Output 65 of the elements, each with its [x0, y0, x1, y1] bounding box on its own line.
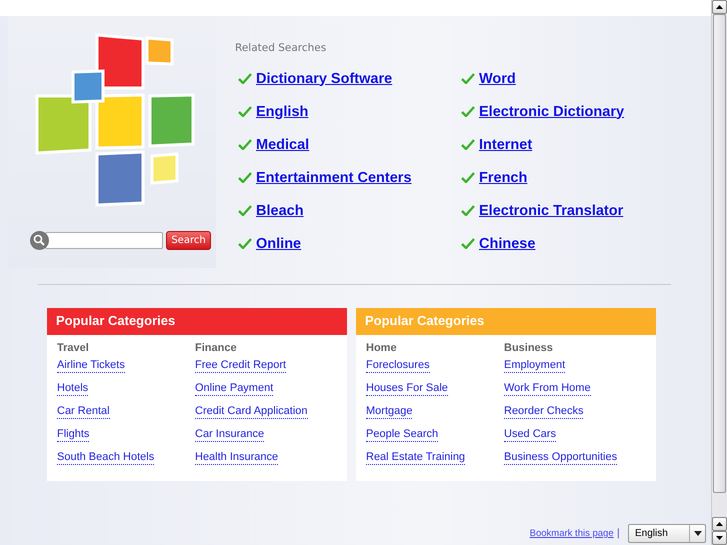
related-search-link[interactable]: Medical [256, 136, 310, 152]
bookmark-link[interactable]: Bookmark this page [530, 528, 614, 539]
category-link[interactable]: Reorder Checks [504, 404, 584, 419]
category-link[interactable]: Real Estate Training [366, 450, 466, 465]
checkmark-icon [238, 139, 252, 150]
checkmark-icon [238, 106, 252, 117]
category-heading: Finance [195, 342, 237, 356]
down-arrow-icon [716, 536, 723, 540]
checkmark-icon [238, 205, 252, 216]
checkmark-icon [461, 238, 475, 249]
related-search-link[interactable]: Online [256, 236, 302, 252]
checkmark-icon [238, 73, 252, 84]
section-heading: Related Searches [235, 42, 326, 54]
related-search-link[interactable]: English [256, 104, 308, 120]
category-link[interactable]: Car Insurance [195, 427, 264, 442]
related-search-link[interactable]: Entertainment Centers [256, 170, 412, 186]
related-search-link[interactable]: Word [479, 70, 516, 86]
related-search-link[interactable]: Internet [479, 136, 532, 152]
category-link[interactable]: Flights [57, 427, 90, 442]
related-search-link[interactable]: Dictionary Software [256, 70, 392, 86]
up-arrow-icon [716, 522, 723, 526]
category-link[interactable]: Business Opportunities [504, 450, 618, 465]
related-search-link[interactable]: Electronic Dictionary [479, 104, 624, 120]
category-link[interactable]: Airline Tickets [57, 358, 125, 373]
category-link[interactable]: Used Cars [504, 427, 556, 442]
checkmark-icon [461, 73, 475, 84]
category-link[interactable]: Hotels [57, 381, 88, 396]
category-link[interactable]: Car Rental [57, 404, 110, 419]
checkmark-icon [461, 139, 475, 150]
related-search-link[interactable]: Electronic Translator [479, 202, 624, 218]
search-button[interactable]: Search [166, 231, 211, 250]
scroll-up-button[interactable] [712, 0, 727, 14]
related-search-link[interactable]: Chinese [479, 236, 536, 252]
scrollbar-thumb[interactable] [713, 14, 726, 493]
up-arrow-icon [716, 5, 723, 9]
related-search-link[interactable]: Bleach [256, 202, 304, 218]
separator: | [616, 528, 620, 539]
category-heading: Travel [57, 342, 89, 356]
search-icon [30, 231, 50, 250]
checkmark-icon [238, 238, 252, 249]
category-link[interactable]: Credit Card Application [195, 404, 308, 419]
category-link[interactable]: South Beach Hotels [57, 450, 154, 465]
related-search-link[interactable]: French [479, 170, 528, 186]
checkmark-icon [461, 205, 475, 216]
category-heading: Home [366, 342, 397, 356]
category-link[interactable]: Foreclosures [366, 358, 430, 373]
category-link[interactable]: People Search [366, 427, 438, 442]
category-link[interactable]: Free Credit Report [195, 358, 286, 373]
category-link[interactable]: Work From Home [504, 381, 591, 396]
checkmark-icon [461, 106, 475, 117]
scroll-up-button[interactable] [712, 517, 727, 531]
category-header: Popular Categories [47, 308, 347, 335]
category-header: Popular Categories [356, 308, 656, 335]
scroll-down-button[interactable] [712, 531, 727, 545]
category-link[interactable]: Health Insurance [195, 450, 278, 465]
category-link[interactable]: Houses For Sale [366, 381, 448, 396]
caret-icon [694, 531, 702, 536]
checkmark-icon [238, 172, 252, 183]
search-field[interactable] [45, 232, 164, 249]
category-link[interactable]: Mortgage [366, 404, 412, 419]
language-dropdown[interactable]: English [628, 524, 706, 543]
category-link[interactable]: Online Payment [195, 381, 274, 396]
category-heading: Business [504, 342, 553, 356]
category-link[interactable]: Employment [504, 358, 566, 373]
checkmark-icon [461, 172, 475, 183]
